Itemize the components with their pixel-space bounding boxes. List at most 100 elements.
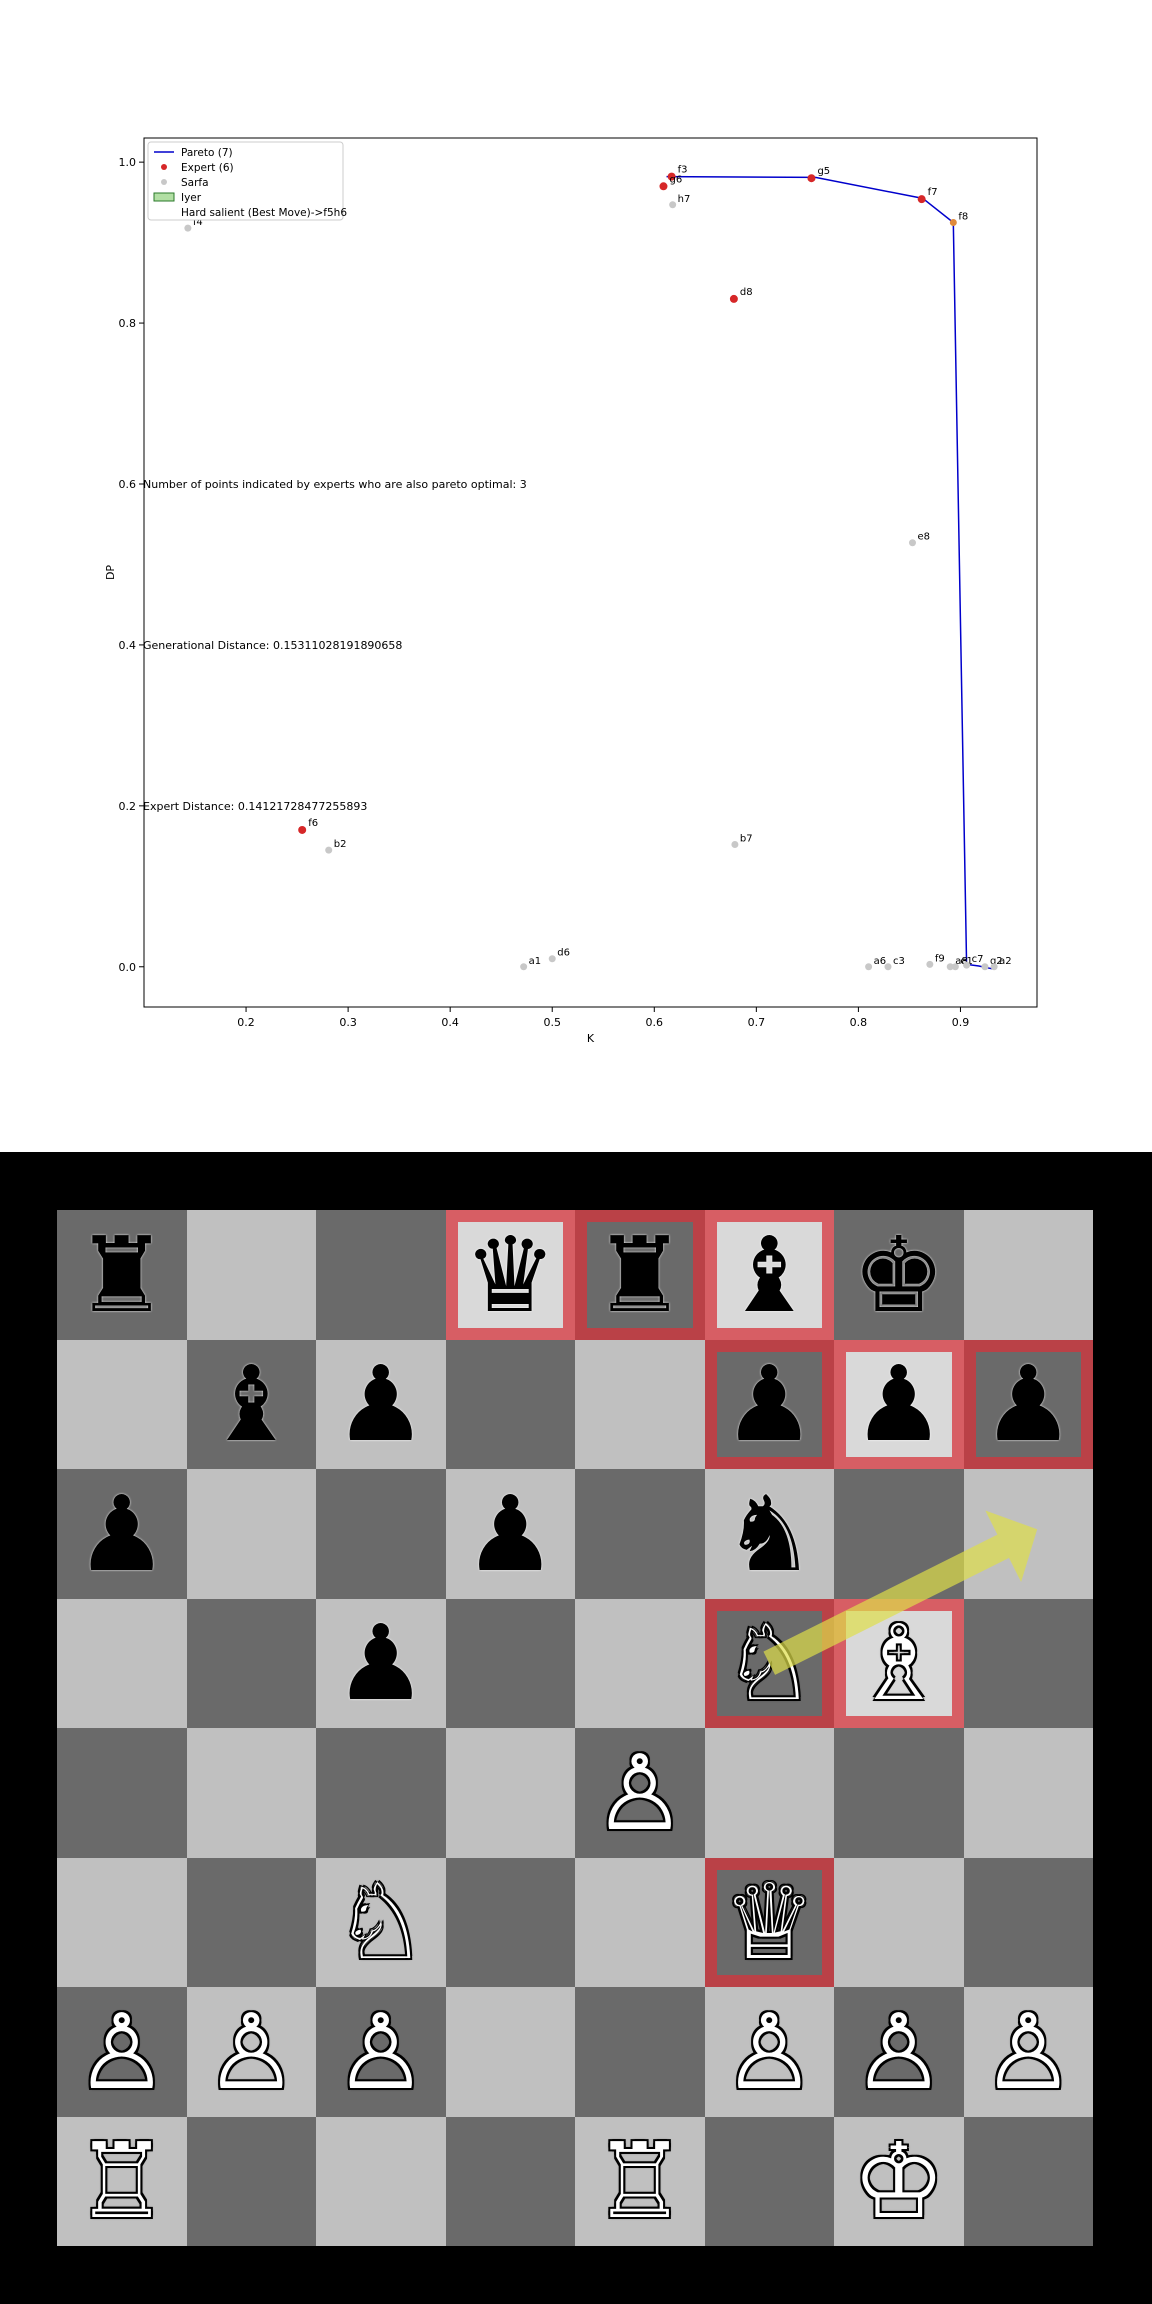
- square-d2[interactable]: [445, 1987, 575, 2117]
- square-g5[interactable]: ♗: [834, 1598, 964, 1729]
- square-h3[interactable]: [963, 1857, 1093, 1987]
- square-e8[interactable]: ♜: [575, 1210, 705, 1340]
- white-piece-icon[interactable]: ♙: [834, 1987, 964, 2117]
- white-piece-icon[interactable]: ♙: [187, 1987, 317, 2117]
- white-piece-icon[interactable]: ♗: [834, 1599, 964, 1729]
- square-b7[interactable]: ♝: [186, 1339, 317, 1470]
- square-h6[interactable]: [963, 1469, 1093, 1599]
- square-e6[interactable]: [575, 1469, 705, 1599]
- white-piece-icon[interactable]: ♔: [834, 2117, 964, 2247]
- square-e2[interactable]: [575, 1987, 705, 2117]
- square-g7[interactable]: ♟: [834, 1339, 964, 1470]
- white-piece-icon[interactable]: ♙: [575, 1728, 705, 1858]
- black-piece-icon[interactable]: ♟: [316, 1599, 446, 1729]
- square-b6[interactable]: [186, 1469, 316, 1599]
- white-piece-icon[interactable]: ♙: [57, 1987, 187, 2117]
- square-f5[interactable]: ♘: [704, 1598, 835, 1729]
- black-piece-icon[interactable]: ♞: [705, 1469, 835, 1599]
- square-c7[interactable]: ♟: [316, 1339, 446, 1470]
- black-piece-icon[interactable]: ♝: [705, 1210, 835, 1340]
- black-piece-icon[interactable]: ♟: [834, 1340, 964, 1470]
- square-b4[interactable]: [186, 1728, 316, 1858]
- black-piece-icon[interactable]: ♟: [705, 1340, 835, 1470]
- square-g8[interactable]: ♚: [834, 1210, 964, 1340]
- square-c1[interactable]: [316, 2116, 446, 2246]
- square-h4[interactable]: [963, 1728, 1093, 1858]
- white-piece-icon[interactable]: ♘: [705, 1599, 835, 1729]
- square-e5[interactable]: [575, 1598, 705, 1728]
- square-c6[interactable]: [316, 1469, 446, 1599]
- square-h5[interactable]: [963, 1598, 1093, 1728]
- square-f7[interactable]: ♟: [704, 1339, 835, 1470]
- square-f8[interactable]: ♝: [704, 1210, 835, 1340]
- square-a2[interactable]: ♙: [57, 1987, 187, 2117]
- white-piece-icon[interactable]: ♕: [705, 1858, 835, 1988]
- square-a8[interactable]: ♜: [57, 1210, 187, 1340]
- square-a4[interactable]: [57, 1728, 187, 1858]
- square-b8[interactable]: [186, 1210, 316, 1340]
- square-b5[interactable]: [186, 1598, 316, 1728]
- point-label: g5: [817, 166, 830, 177]
- square-d3[interactable]: [445, 1857, 575, 1987]
- black-piece-icon[interactable]: ♝: [187, 1340, 317, 1470]
- black-piece-icon[interactable]: ♜: [575, 1210, 705, 1340]
- square-f2[interactable]: ♙: [704, 1987, 835, 2117]
- black-piece-icon[interactable]: ♜: [57, 1210, 187, 1340]
- square-b1[interactable]: [186, 2116, 316, 2246]
- square-g4[interactable]: [834, 1728, 964, 1858]
- white-piece-icon[interactable]: ♖: [57, 2117, 187, 2247]
- pareto-scatter-chart: 0.2 0.3 0.4 0.5 0.6 0.7 0.8 0.9 0.0 0.2 0.4 0.6 0.8 1…: [104, 137, 1038, 1045]
- black-piece-icon[interactable]: ♚: [834, 1210, 964, 1340]
- square-a1[interactable]: ♖: [57, 2116, 187, 2247]
- white-piece-icon[interactable]: ♙: [705, 1987, 835, 2117]
- black-piece-icon[interactable]: ♟: [57, 1469, 187, 1599]
- black-piece-icon[interactable]: ♛: [446, 1210, 576, 1340]
- legend-swatch-sarfa: [161, 179, 167, 185]
- square-c5[interactable]: ♟: [316, 1598, 446, 1729]
- square-g2[interactable]: ♙: [834, 1987, 964, 2117]
- square-g3[interactable]: [834, 1857, 964, 1987]
- square-g1[interactable]: ♔: [834, 2116, 964, 2247]
- square-d7[interactable]: [445, 1339, 575, 1469]
- square-d4[interactable]: [445, 1728, 575, 1858]
- square-d1[interactable]: [445, 2116, 575, 2246]
- sarfa-point: [884, 963, 892, 971]
- x-tick-label: 0.5: [543, 1016, 561, 1029]
- sarfa-point: [865, 963, 873, 971]
- square-d5[interactable]: [445, 1598, 575, 1728]
- black-piece-icon[interactable]: ♟: [316, 1340, 446, 1470]
- square-e1[interactable]: ♖: [575, 2116, 705, 2247]
- square-h8[interactable]: [963, 1210, 1093, 1340]
- square-e7[interactable]: [575, 1339, 705, 1469]
- black-piece-icon[interactable]: ♟: [964, 1340, 1094, 1470]
- square-f4[interactable]: [704, 1728, 834, 1858]
- square-e4[interactable]: ♙: [575, 1728, 705, 1858]
- square-f3[interactable]: ♕: [704, 1857, 835, 1988]
- square-c2[interactable]: ♙: [316, 1987, 446, 2117]
- white-piece-icon[interactable]: ♙: [964, 1987, 1094, 2117]
- square-f6[interactable]: ♞: [704, 1469, 835, 1599]
- square-c3[interactable]: ♘: [316, 1857, 446, 1988]
- white-piece-icon[interactable]: ♘: [316, 1858, 446, 1988]
- square-f1[interactable]: [704, 2116, 834, 2246]
- square-e3[interactable]: [575, 1857, 705, 1987]
- point-label: g6: [669, 174, 682, 185]
- square-h7[interactable]: ♟: [963, 1339, 1094, 1470]
- square-b2[interactable]: ♙: [186, 1987, 317, 2117]
- square-b3[interactable]: [186, 1857, 316, 1987]
- white-piece-icon[interactable]: ♖: [575, 2117, 705, 2247]
- square-g6[interactable]: [834, 1469, 964, 1599]
- square-d6[interactable]: ♟: [445, 1469, 576, 1599]
- point-label: f8: [958, 211, 968, 222]
- black-piece-icon[interactable]: ♟: [446, 1469, 576, 1599]
- square-a5[interactable]: [57, 1598, 187, 1728]
- square-d8[interactable]: ♛: [445, 1210, 576, 1340]
- square-c8[interactable]: [316, 1210, 446, 1340]
- square-h1[interactable]: [963, 2116, 1093, 2246]
- square-a3[interactable]: [57, 1857, 187, 1987]
- square-a6[interactable]: ♟: [57, 1469, 187, 1599]
- square-c4[interactable]: [316, 1728, 446, 1858]
- square-a7[interactable]: [57, 1339, 187, 1469]
- white-piece-icon[interactable]: ♙: [316, 1987, 446, 2117]
- square-h2[interactable]: ♙: [963, 1987, 1094, 2117]
